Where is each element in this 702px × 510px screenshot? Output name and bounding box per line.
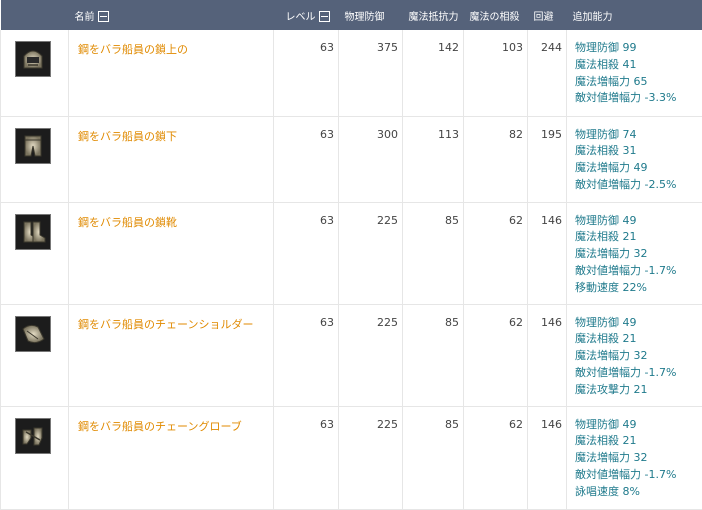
header-name[interactable]: 名前 [69, 0, 274, 30]
item-phys-def: 375 [339, 30, 403, 116]
extra-stat: 魔法増幅力 49 [575, 160, 702, 177]
table-row: 鋼をバラ船員のチェーングローブ 63 225 85 62 146 物理防御 49… [1, 406, 702, 509]
extra-stat: 詠唱速度 8% [575, 484, 702, 501]
extra-stat: 魔法攻撃力 21 [575, 382, 702, 399]
chain-helmet-icon[interactable] [15, 41, 51, 77]
item-magic-cancel: 62 [464, 202, 528, 304]
header-name-label: 名前 [75, 12, 95, 23]
extra-stat: 物理防御 49 [575, 213, 702, 230]
item-phys-def: 225 [339, 304, 403, 406]
item-evasion: 146 [528, 406, 567, 509]
item-level: 63 [274, 116, 339, 202]
table-row: 鋼をバラ船員のチェーンショルダー 63 225 85 62 146 物理防御 4… [1, 304, 702, 406]
item-name[interactable]: 鋼をバラ船員のチェーングローブ [69, 406, 274, 509]
item-name[interactable]: 鋼をバラ船員の鎖靴 [69, 202, 274, 304]
item-magic-res: 85 [403, 202, 464, 304]
item-magic-res: 85 [403, 304, 464, 406]
item-level: 63 [274, 406, 339, 509]
item-magic-res: 85 [403, 406, 464, 509]
extra-stat: 敵対値増幅力 -2.5% [575, 177, 702, 194]
extra-stat: 魔法相殺 21 [575, 433, 702, 450]
item-extra-stats: 物理防御 74 魔法相殺 31 魔法増幅力 49 敵対値増幅力 -2.5% [567, 116, 702, 202]
extra-stat: 魔法相殺 41 [575, 57, 702, 74]
extra-stat: 敵対値増幅力 -3.3% [575, 90, 702, 107]
extra-stat: 魔法相殺 31 [575, 143, 702, 160]
item-table: 名前 レベル 物理防御 魔法抵抗力 魔法の相殺 回避 追加能力 鋼をバラ船員の鎖… [0, 0, 702, 510]
item-name[interactable]: 鋼をバラ船員の鎖上の [69, 30, 274, 116]
header-magic-res: 魔法抵抗力 [403, 0, 464, 30]
item-magic-res: 142 [403, 30, 464, 116]
item-extra-stats: 物理防御 49 魔法相殺 21 魔法増幅力 32 敵対値増幅力 -1.7% 移動… [567, 202, 702, 304]
item-level: 63 [274, 304, 339, 406]
table-row: 鋼をバラ船員の鎖靴 63 225 85 62 146 物理防御 49 魔法相殺 … [1, 202, 702, 304]
table-header-row: 名前 レベル 物理防御 魔法抵抗力 魔法の相殺 回避 追加能力 [1, 0, 702, 30]
item-evasion: 146 [528, 202, 567, 304]
item-level: 63 [274, 30, 339, 116]
item-phys-def: 225 [339, 406, 403, 509]
header-extra: 追加能力 [567, 0, 702, 30]
item-level: 63 [274, 202, 339, 304]
extra-stat: 敵対値増幅力 -1.7% [575, 365, 702, 382]
item-phys-def: 300 [339, 116, 403, 202]
extra-stat: 物理防御 49 [575, 315, 702, 332]
collapse-square-icon[interactable] [98, 11, 109, 22]
extra-stat: 魔法増幅力 32 [575, 348, 702, 365]
chain-boots-icon[interactable] [15, 214, 51, 250]
extra-stat: 魔法相殺 21 [575, 331, 702, 348]
item-list: 名前 レベル 物理防御 魔法抵抗力 魔法の相殺 回避 追加能力 鋼をバラ船員の鎖… [0, 0, 702, 507]
extra-stat: 移動速度 22% [575, 280, 702, 297]
item-phys-def: 225 [339, 202, 403, 304]
item-evasion: 146 [528, 304, 567, 406]
chain-gloves-icon[interactable] [15, 418, 51, 454]
header-level[interactable]: レベル [274, 0, 339, 30]
extra-stat: 敵対値増幅力 -1.7% [575, 467, 702, 484]
header-magic-cancel: 魔法の相殺 [464, 0, 528, 30]
collapse-square-icon[interactable] [319, 11, 330, 22]
item-name[interactable]: 鋼をバラ船員のチェーンショルダー [69, 304, 274, 406]
table-row: 鋼をバラ船員の鎖上の 63 375 142 103 244 物理防御 99 魔法… [1, 30, 702, 116]
extra-stat: 魔法増幅力 32 [575, 246, 702, 263]
extra-stat: 魔法増幅力 65 [575, 74, 702, 91]
header-phys-def: 物理防御 [339, 0, 403, 30]
item-magic-cancel: 103 [464, 30, 528, 116]
header-evasion: 回避 [528, 0, 567, 30]
extra-stat: 物理防御 49 [575, 417, 702, 434]
item-magic-cancel: 82 [464, 116, 528, 202]
item-magic-res: 113 [403, 116, 464, 202]
extra-stat: 物理防御 74 [575, 127, 702, 144]
extra-stat: 物理防御 99 [575, 40, 702, 57]
item-evasion: 244 [528, 30, 567, 116]
chain-leggings-icon[interactable] [15, 128, 51, 164]
item-name[interactable]: 鋼をバラ船員の鎖下 [69, 116, 274, 202]
extra-stat: 魔法相殺 21 [575, 229, 702, 246]
chain-shoulder-icon[interactable] [15, 316, 51, 352]
item-magic-cancel: 62 [464, 304, 528, 406]
item-extra-stats: 物理防御 99 魔法相殺 41 魔法増幅力 65 敵対値増幅力 -3.3% [567, 30, 702, 116]
item-evasion: 195 [528, 116, 567, 202]
item-magic-cancel: 62 [464, 406, 528, 509]
item-extra-stats: 物理防御 49 魔法相殺 21 魔法増幅力 32 敵対値増幅力 -1.7% 詠唱… [567, 406, 702, 509]
header-icon-column [1, 0, 69, 30]
header-level-label: レベル [286, 12, 316, 23]
extra-stat: 敵対値増幅力 -1.7% [575, 263, 702, 280]
table-row: 鋼をバラ船員の鎖下 63 300 113 82 195 物理防御 74 魔法相殺… [1, 116, 702, 202]
item-extra-stats: 物理防御 49 魔法相殺 21 魔法増幅力 32 敵対値増幅力 -1.7% 魔法… [567, 304, 702, 406]
extra-stat: 魔法増幅力 32 [575, 450, 702, 467]
